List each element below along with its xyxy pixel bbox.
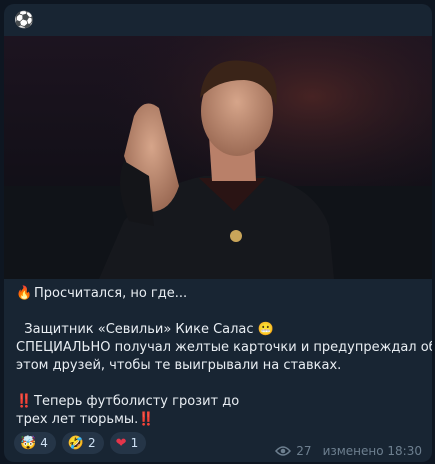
reaction-rofl[interactable]: 🤣 2	[61, 432, 104, 454]
post-line-5: этом друзей, чтобы те выигрывали на став…	[16, 358, 342, 373]
grimace-icon: 😬	[257, 322, 274, 337]
post-photo[interactable]	[4, 36, 432, 279]
post-text: 🔥 Просчитался, но где... Защитник «Севиль…	[16, 285, 432, 429]
fire-icon: 🔥	[16, 286, 33, 301]
post-meta: 27 изменено 18:30	[275, 444, 422, 458]
soccer-ball-icon: ⚽	[14, 10, 34, 29]
player-photo-image	[4, 36, 432, 279]
post-line-8: трех лет тюрьмы.‼️	[16, 412, 155, 427]
post-header: ⚽	[4, 4, 432, 36]
reaction-count: 1	[130, 436, 139, 450]
reactions-bar: 🤯 4 🤣 2 ❤ 1	[14, 432, 147, 454]
post-line-1: 🔥 Просчитался, но где...	[16, 286, 188, 301]
heart-icon: ❤	[115, 435, 127, 451]
double-exclamation-icon: ‼️	[138, 412, 155, 427]
reaction-heart[interactable]: ❤ 1	[109, 432, 147, 454]
mind-blown-icon: 🤯	[20, 435, 37, 451]
reaction-count: 2	[88, 436, 96, 450]
rofl-icon: 🤣	[67, 435, 85, 451]
reaction-mind-blown[interactable]: 🤯 4	[14, 432, 56, 454]
edited-timestamp: изменено 18:30	[322, 444, 422, 458]
post-line-4: СПЕЦИАЛЬНО получал желтые карточки и пре…	[16, 340, 432, 355]
views-count: 27	[296, 444, 312, 458]
double-exclamation-icon: ‼️	[16, 394, 33, 409]
channel-post: ⚽ 🔥 Просчитался, но где... Защитник «Сев…	[4, 4, 432, 462]
post-line-3: Защитник «Севильи» Кике Салас 😬	[24, 322, 274, 337]
views-eye-icon	[275, 446, 292, 456]
post-line-7: ‼️ Теперь футболисту грозит до	[16, 394, 240, 409]
reaction-count: 4	[40, 436, 48, 450]
